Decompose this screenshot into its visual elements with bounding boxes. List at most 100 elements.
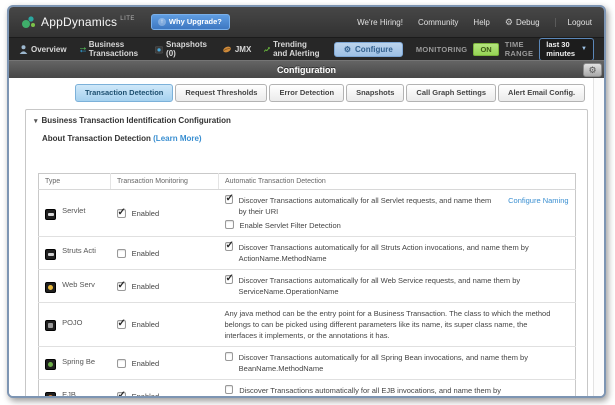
why-upgrade-button[interactable]: ↑ Why Upgrade? bbox=[151, 14, 230, 30]
tab-call-graph-settings[interactable]: Call Graph Settings bbox=[406, 84, 496, 102]
gear-icon: ⚙ bbox=[344, 45, 351, 54]
bt-identification-section: ▾ Business Transaction Identification Co… bbox=[25, 109, 588, 398]
detection-text: Enable Servlet Filter Detection bbox=[240, 220, 341, 231]
nav-item-snapshots[interactable]: Snapshots (0) bbox=[155, 40, 209, 58]
appdynamics-logo: AppDynamics LITE bbox=[21, 15, 135, 29]
page-title: Configuration bbox=[277, 65, 336, 75]
discover-ejb-checkbox[interactable] bbox=[225, 385, 234, 394]
time-range-dropdown[interactable]: last 30 minutes ▼ bbox=[539, 38, 594, 61]
enabled-checkbox[interactable]: ✓ bbox=[117, 282, 126, 291]
web-service-type-icon bbox=[45, 282, 56, 293]
type-label: Servlet bbox=[62, 206, 85, 215]
table-row-ejb: EJB ✓ Enabled Discover Transactions auto… bbox=[39, 380, 576, 399]
type-label: POJO bbox=[62, 318, 82, 327]
servlet-filter-checkbox[interactable] bbox=[225, 220, 234, 229]
chevron-down-icon: ▼ bbox=[581, 46, 587, 52]
spring-bean-type-icon bbox=[45, 359, 56, 370]
debug-link[interactable]: ⚙ Debug bbox=[505, 17, 540, 28]
column-header-type: Type bbox=[39, 174, 111, 190]
nav-item-trending-alerting[interactable]: Trending and Alerting bbox=[264, 40, 321, 58]
detection-text: Discover Transactions automatically for … bbox=[239, 195, 496, 217]
transaction-detection-table: Type Transaction Monitoring Automatic Tr… bbox=[38, 173, 576, 398]
monitoring-label: MONITORING bbox=[416, 45, 468, 54]
pojo-type-icon bbox=[45, 320, 56, 331]
table-row-spring-bean: Spring Be Enabled Discover Transactions … bbox=[39, 347, 576, 380]
overview-icon bbox=[19, 45, 28, 54]
appdynamics-logo-icon bbox=[21, 15, 36, 29]
business-transactions-icon bbox=[80, 45, 86, 54]
enabled-label: Enabled bbox=[132, 282, 160, 291]
edition-label: LITE bbox=[120, 16, 135, 22]
detection-text: Discover Transactions automatically for … bbox=[239, 385, 568, 398]
content-area: Transaction Detection Request Thresholds… bbox=[9, 78, 604, 398]
jmx-icon bbox=[222, 45, 232, 54]
column-header-monitoring: Transaction Monitoring bbox=[111, 174, 219, 190]
collapse-caret-icon: ▾ bbox=[34, 117, 38, 125]
scrollbar-track[interactable] bbox=[593, 78, 604, 398]
enabled-checkbox[interactable]: ✓ bbox=[117, 209, 126, 218]
tab-transaction-detection[interactable]: Transaction Detection bbox=[75, 84, 173, 102]
discover-servlet-checkbox[interactable]: ✓ bbox=[225, 195, 233, 204]
type-label: Spring Be bbox=[62, 357, 95, 366]
type-label: EJB bbox=[62, 390, 76, 399]
configure-naming-link[interactable]: Configure Naming bbox=[508, 195, 568, 206]
table-row-web-service: Web Serv ✓ Enabled ✓ Discover Transactio… bbox=[39, 270, 576, 303]
enabled-checkbox[interactable] bbox=[117, 359, 126, 368]
nav-bar: Overview Business Transactions Snapshots… bbox=[9, 37, 604, 60]
table-row-servlet: Servlet ✓ Enabled ✓ Discover Transaction… bbox=[39, 190, 576, 237]
about-text: About Transaction Detection bbox=[42, 134, 151, 143]
brand-name: AppDynamics bbox=[41, 15, 117, 29]
nav-item-jmx[interactable]: JMX bbox=[222, 45, 251, 54]
nav-item-overview[interactable]: Overview bbox=[19, 45, 67, 54]
hiring-link[interactable]: We're Hiring! bbox=[357, 18, 403, 27]
enabled-label: Enabled bbox=[132, 392, 160, 399]
gear-icon: ⚙ bbox=[505, 17, 513, 28]
time-range-label: TIME RANGE bbox=[505, 40, 534, 58]
enabled-label: Enabled bbox=[132, 320, 160, 329]
section-header[interactable]: ▾ Business Transaction Identification Co… bbox=[34, 116, 577, 125]
table-row-pojo: POJO ✓ Enabled Any java method can be th… bbox=[39, 303, 576, 347]
snapshots-icon bbox=[155, 45, 163, 54]
detection-text: Discover Transactions automatically for … bbox=[239, 352, 569, 374]
enabled-label: Enabled bbox=[132, 209, 160, 218]
discover-struts-checkbox[interactable]: ✓ bbox=[225, 242, 233, 251]
table-row-struts: Struts Acti Enabled ✓ Discover Transacti… bbox=[39, 237, 576, 270]
learn-more-link[interactable]: (Learn More) bbox=[153, 134, 201, 143]
trending-icon bbox=[264, 45, 270, 54]
enabled-checkbox[interactable] bbox=[117, 249, 126, 258]
logout-link[interactable]: Logout bbox=[555, 18, 592, 27]
tab-request-thresholds[interactable]: Request Thresholds bbox=[175, 84, 267, 102]
tab-alert-email-config[interactable]: Alert Email Config. bbox=[498, 84, 585, 102]
help-link[interactable]: Help bbox=[473, 18, 489, 27]
nav-item-business-transactions[interactable]: Business Transactions bbox=[80, 40, 142, 58]
debug-label: Debug bbox=[516, 18, 540, 27]
type-label: Web Serv bbox=[62, 280, 95, 289]
settings-gear-button[interactable]: ⚙ bbox=[583, 63, 602, 77]
struts-type-icon bbox=[45, 249, 56, 260]
monitoring-on-badge[interactable]: ON bbox=[473, 43, 498, 56]
type-label: Struts Acti bbox=[62, 246, 96, 255]
enabled-label: Enabled bbox=[132, 359, 160, 368]
column-header-detection: Automatic Transaction Detection bbox=[219, 174, 576, 190]
detection-text: Discover Transactions automatically for … bbox=[239, 275, 569, 297]
config-tabs: Transaction Detection Request Thresholds… bbox=[75, 84, 604, 102]
upgrade-label: Why Upgrade? bbox=[169, 17, 222, 26]
app-window: AppDynamics LITE ↑ Why Upgrade? We're Hi… bbox=[7, 5, 606, 398]
time-range-value: last 30 minutes bbox=[546, 40, 575, 58]
tab-error-detection[interactable]: Error Detection bbox=[269, 84, 344, 102]
top-bar: AppDynamics LITE ↑ Why Upgrade? We're Hi… bbox=[9, 7, 604, 37]
section-title: Business Transaction Identification Conf… bbox=[42, 116, 231, 125]
upgrade-icon: ↑ bbox=[158, 18, 166, 26]
tab-snapshots[interactable]: Snapshots bbox=[346, 84, 404, 102]
enabled-label: Enabled bbox=[132, 249, 160, 258]
detection-text: Discover Transactions automatically for … bbox=[239, 242, 569, 264]
discover-springbean-checkbox[interactable] bbox=[225, 352, 233, 361]
enabled-checkbox[interactable]: ✓ bbox=[117, 320, 126, 329]
configure-button[interactable]: ⚙ Configure bbox=[334, 42, 403, 57]
enabled-checkbox[interactable]: ✓ bbox=[117, 392, 126, 399]
servlet-type-icon bbox=[45, 209, 56, 220]
ejb-type-icon bbox=[45, 392, 56, 399]
discover-webservice-checkbox[interactable]: ✓ bbox=[225, 275, 233, 284]
community-link[interactable]: Community bbox=[418, 18, 458, 27]
configuration-title-bar: Configuration ⚙ bbox=[9, 60, 604, 78]
